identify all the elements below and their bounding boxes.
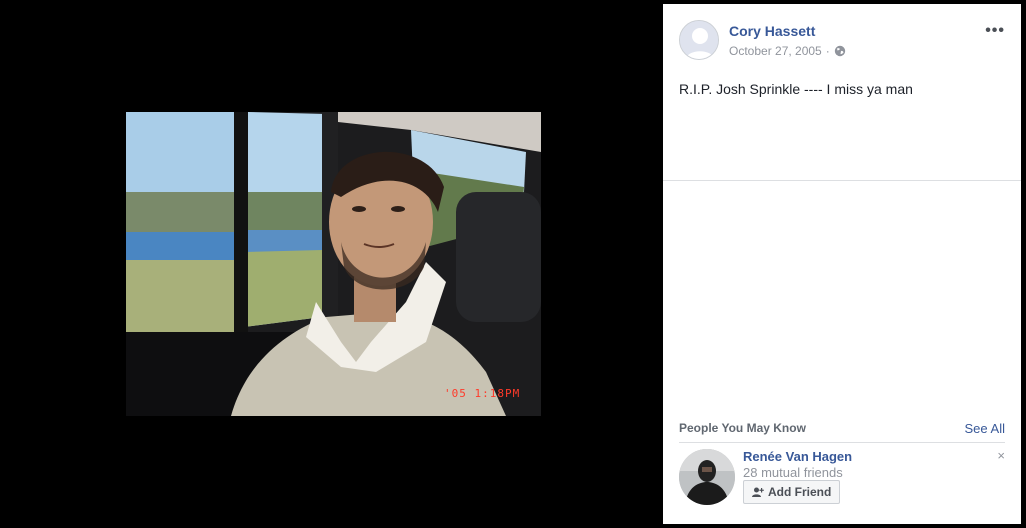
photo-timestamp: '05 1:18PM	[444, 387, 521, 400]
photo-viewer: '05 1:18PM	[0, 0, 663, 528]
dismiss-suggestion-icon[interactable]: ×	[997, 448, 1005, 463]
pymk-title: People You May Know	[679, 421, 806, 435]
author-avatar[interactable]	[679, 20, 719, 60]
friend-suggestion-name[interactable]: Renée Van Hagen	[743, 449, 852, 464]
post-meta: October 27, 2005 ·	[729, 44, 846, 58]
post-photo[interactable]: '05 1:18PM	[126, 112, 541, 416]
photo-image	[126, 112, 541, 416]
friend-suggestion-avatar[interactable]	[679, 449, 735, 505]
author-name[interactable]: Cory Hassett	[729, 23, 815, 39]
post-date[interactable]: October 27, 2005	[729, 44, 822, 58]
add-friend-icon	[752, 487, 764, 497]
add-friend-button[interactable]: Add Friend	[743, 480, 841, 504]
default-avatar-icon	[680, 21, 718, 59]
see-all-link[interactable]: See All	[965, 421, 1005, 436]
globe-icon[interactable]	[834, 45, 846, 57]
divider	[663, 180, 1021, 181]
post-message: R.I.P. Josh Sprinkle ---- I miss ya man	[679, 81, 913, 97]
add-friend-label: Add Friend	[768, 485, 832, 499]
pymk-header: People You May Know See All	[679, 421, 1005, 436]
post-sidebar: Cory Hassett October 27, 2005 · ••• R.I.…	[663, 4, 1021, 524]
pymk-divider	[679, 442, 1005, 443]
more-options-button[interactable]: •••	[985, 22, 1005, 40]
meta-separator: ·	[825, 44, 830, 58]
mutual-friends-count[interactable]: 28 mutual friends	[743, 465, 843, 480]
